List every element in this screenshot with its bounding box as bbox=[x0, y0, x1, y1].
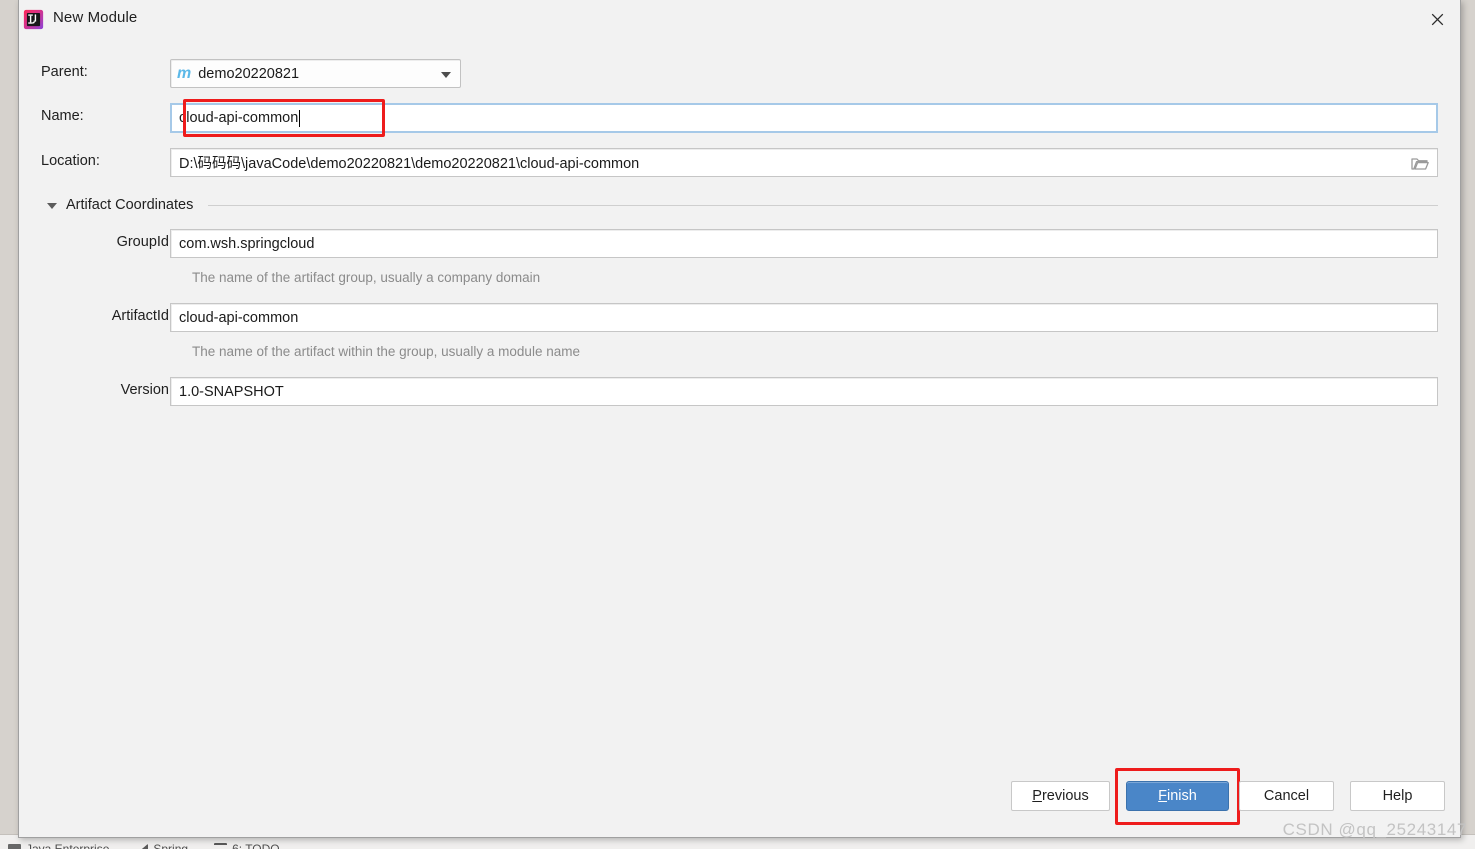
group-id-label: GroupId: bbox=[116, 234, 173, 250]
new-module-dialog: New Module Parent: m demo20220821 Name: bbox=[18, 0, 1461, 838]
cancel-button[interactable]: Cancel bbox=[1239, 781, 1334, 811]
dialog-title: New Module bbox=[53, 9, 138, 26]
parent-value: demo20220821 bbox=[198, 65, 300, 82]
status-bar-item[interactable]: Java Enterprise bbox=[8, 842, 109, 849]
version-input-value: 1.0-SNAPSHOT bbox=[179, 383, 284, 400]
parent-combobox[interactable]: m demo20220821 bbox=[170, 59, 461, 88]
finish-button[interactable]: Finish bbox=[1126, 781, 1229, 811]
version-row: Version: 1.0-SNAPSHOT bbox=[19, 377, 1460, 407]
artifact-id-row: ArtifactId: cloud-api-common bbox=[19, 303, 1460, 333]
status-bar-item-label: Spring bbox=[153, 842, 189, 849]
location-input-value: D:\码码码\javaCode\demo20220821\demo2022082… bbox=[179, 156, 640, 172]
artifact-coordinates-title: Artifact Coordinates bbox=[66, 197, 194, 213]
parent-label: Parent: bbox=[41, 64, 88, 80]
folder-browse-icon[interactable] bbox=[1411, 156, 1429, 171]
chevron-down-icon[interactable] bbox=[441, 72, 451, 78]
status-bar-item[interactable]: 6: TODO bbox=[214, 842, 280, 849]
previous-button-label: revious bbox=[1041, 788, 1089, 804]
help-button[interactable]: Help bbox=[1350, 781, 1445, 811]
help-button-label: Help bbox=[1382, 788, 1413, 804]
version-input[interactable]: 1.0-SNAPSHOT bbox=[170, 377, 1438, 406]
version-label: Version: bbox=[120, 382, 173, 398]
artifact-id-hint: The name of the artifact within the grou… bbox=[192, 344, 580, 359]
finish-button-mnemonic: F bbox=[1158, 788, 1168, 804]
plugin-icon bbox=[8, 843, 21, 849]
name-row: Name: cloud-api-common bbox=[19, 103, 1460, 133]
location-input[interactable]: D:\码码码\javaCode\demo20220821\demo2022082… bbox=[170, 148, 1438, 177]
parent-row: Parent: m demo20220821 bbox=[19, 59, 1460, 89]
name-label: Name: bbox=[41, 108, 84, 124]
close-icon[interactable] bbox=[1414, 0, 1460, 38]
text-caret bbox=[299, 109, 301, 127]
artifact-coordinates-section-header[interactable]: Artifact Coordinates bbox=[47, 194, 1438, 216]
previous-button-mnemonic: P bbox=[1032, 788, 1042, 804]
screen-root: Java Enterprise Spring 6: TODO New Modul… bbox=[0, 0, 1475, 849]
name-input[interactable]: cloud-api-common bbox=[170, 103, 1438, 133]
todo-icon bbox=[214, 842, 228, 849]
group-id-row: GroupId: com.wsh.springcloud bbox=[19, 229, 1460, 259]
finish-button-label: inish bbox=[1167, 788, 1197, 804]
status-bar-item-label: 6: TODO bbox=[232, 842, 280, 849]
artifact-id-input[interactable]: cloud-api-common bbox=[170, 303, 1438, 332]
previous-button[interactable]: Previous bbox=[1011, 781, 1110, 811]
group-id-hint: The name of the artifact group, usually … bbox=[192, 270, 541, 285]
section-divider bbox=[208, 204, 1438, 206]
maven-module-icon: m bbox=[177, 64, 192, 82]
group-id-input[interactable]: com.wsh.springcloud bbox=[170, 229, 1438, 258]
location-label: Location: bbox=[41, 153, 100, 169]
watermark: CSDN @qq_25243147 bbox=[1282, 820, 1467, 839]
artifact-id-input-value: cloud-api-common bbox=[179, 309, 299, 326]
location-row: Location: D:\码码码\javaCode\demo20220821\d… bbox=[19, 148, 1460, 178]
cancel-button-label: Cancel bbox=[1263, 788, 1310, 804]
status-bar-item[interactable]: Spring bbox=[135, 842, 188, 849]
triangle-down-icon[interactable] bbox=[47, 202, 57, 209]
intellij-idea-icon bbox=[23, 9, 44, 30]
name-input-wrapper: cloud-api-common bbox=[170, 103, 1438, 133]
status-bar-item-label: Java Enterprise bbox=[26, 842, 110, 849]
spring-icon bbox=[135, 843, 149, 849]
group-id-input-value: com.wsh.springcloud bbox=[179, 235, 315, 252]
artifact-id-label: ArtifactId: bbox=[111, 308, 173, 324]
dialog-titlebar: New Module bbox=[19, 0, 1460, 39]
name-input-value: cloud-api-common bbox=[179, 110, 299, 126]
